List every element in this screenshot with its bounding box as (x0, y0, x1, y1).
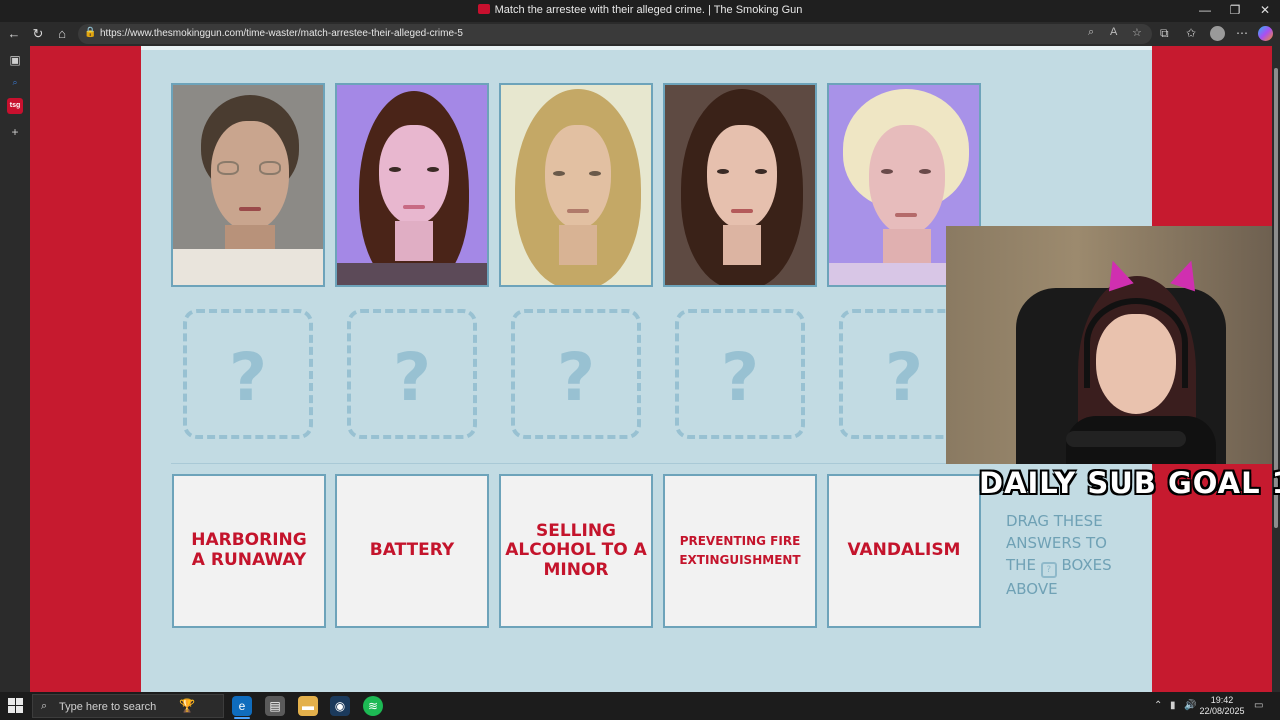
question-box-icon: ? (1040, 562, 1057, 578)
zoom-icon[interactable]: ⌕ (1088, 26, 1094, 39)
hint-line-3-pre: THE (1006, 556, 1036, 574)
question-mark-icon: ? (720, 339, 760, 416)
lock-icon[interactable]: 🔒 (84, 27, 96, 38)
steam-app-icon[interactable]: ◉ (330, 696, 350, 716)
drop-slot-4[interactable]: ? (675, 309, 805, 439)
drag-instructions: DRAG THESE ANSWERS TO THE ? BOXES ABOVE (1006, 510, 1146, 600)
favorite-star-icon[interactable]: ☆ (1132, 26, 1142, 39)
mugshot-3 (499, 83, 653, 287)
folder-app-icon[interactable]: ▬ (298, 696, 318, 716)
copilot-icon[interactable] (1258, 26, 1273, 41)
favorites-icon[interactable]: ✩ (1186, 26, 1196, 40)
tray-chevron-icon[interactable]: ⌃ (1154, 700, 1162, 711)
volume-icon[interactable]: 🔊 (1184, 700, 1196, 711)
window-title: Match the arrestee with their alleged cr… (0, 4, 1280, 16)
question-mark-icon: ? (392, 339, 432, 416)
tab-actions-icon[interactable]: ▣ (7, 52, 23, 68)
url-text[interactable]: https://www.thesmokinggun.com/time-waste… (100, 28, 463, 39)
new-tab-icon[interactable]: + (7, 124, 23, 140)
sidebar-tab-tsg[interactable]: tsg (7, 98, 23, 114)
read-aloud-icon[interactable]: A (1110, 26, 1117, 38)
drop-slot-3[interactable]: ? (511, 309, 641, 439)
minimize-icon[interactable]: — (1190, 0, 1220, 22)
clock-date: 22/08/2025 (1199, 706, 1245, 716)
address-bar[interactable]: 🔒 https://www.thesmokinggun.com/time-was… (78, 24, 1152, 44)
answer-label: HARBORING A RUNAWAY (191, 530, 307, 570)
windows-taskbar: ⌕ Type here to search 🏆 e ▤ ▬ ◉ ≋ ⌃ ▮ 🔊 … (0, 692, 1280, 720)
mugshot-4 (663, 83, 817, 287)
question-mark-icon: ? (228, 339, 268, 416)
answer-card-selling-alcohol-to-a-minor[interactable]: SELLING ALCOHOL TO A MINOR (499, 474, 653, 628)
microphone-tray-icon[interactable]: ▮ (1170, 700, 1176, 711)
spotify-app-icon[interactable]: ≋ (363, 696, 383, 716)
page-scrollbar[interactable] (1272, 46, 1280, 692)
taskbar-clock[interactable]: 19:42 22/08/2025 (1196, 695, 1248, 717)
browser-toolbar: ← ↻ ⌂ 🔒 https://www.thesmokinggun.com/ti… (0, 22, 1280, 46)
screen: Match the arrestee with their alleged cr… (0, 0, 1280, 720)
section-divider (171, 463, 981, 464)
answer-label: VANDALISM (847, 540, 961, 561)
tsg-favicon-icon (477, 4, 490, 14)
refresh-icon[interactable]: ↻ (28, 25, 48, 43)
answer-label: PREVENTING FIRE EXTINGUISHMENT (679, 533, 801, 567)
hint-line-3: THE ? BOXES (1006, 554, 1146, 578)
answer-label: SELLING ALCOHOL TO A MINOR (505, 520, 647, 580)
drop-slot-2[interactable]: ? (347, 309, 477, 439)
profile-avatar[interactable] (1210, 26, 1225, 41)
window-titlebar: Match the arrestee with their alleged cr… (0, 0, 1280, 22)
microphone-icon (1066, 431, 1186, 447)
question-mark-icon: ? (556, 339, 596, 416)
answer-card-harboring-a-runaway[interactable]: HARBORING A RUNAWAY (172, 474, 326, 628)
answer-label: BATTERY (369, 540, 455, 561)
browser-sidebar: ▣ ⌕ tsg + (0, 46, 30, 692)
search-tab-icon[interactable]: ⌕ (7, 74, 23, 90)
search-highlight-icon[interactable]: 🏆 (179, 698, 195, 714)
more-menu-icon[interactable]: ⋯ (1236, 26, 1248, 40)
notifications-icon[interactable]: ▭ (1254, 700, 1263, 711)
restore-icon[interactable]: ❐ (1220, 0, 1250, 22)
taskbar-search[interactable]: ⌕ Type here to search 🏆 (32, 694, 224, 718)
panel-top-edge (141, 46, 1152, 50)
hint-line-4: ABOVE (1006, 580, 1058, 598)
hint-line-3-post: BOXES (1061, 556, 1112, 574)
search-icon: ⌕ (41, 700, 48, 712)
file-explorer-app-icon[interactable]: ▤ (265, 696, 285, 716)
answer-card-vandalism[interactable]: VANDALISM (827, 474, 981, 628)
mugshot-2 (335, 83, 489, 287)
windows-start-icon[interactable] (8, 698, 24, 714)
sub-goal-banner: DAILY SUB GOAL 1/10 (979, 466, 1280, 500)
hint-line-2: ANSWERS TO (1006, 534, 1107, 552)
home-icon[interactable]: ⌂ (52, 25, 72, 43)
scrollbar-thumb[interactable] (1274, 68, 1278, 528)
headset-icon (1084, 298, 1188, 388)
webcam-overlay (946, 226, 1272, 464)
answer-card-preventing-fire-extinguishment[interactable]: PREVENTING FIRE EXTINGUISHMENT (663, 474, 817, 628)
active-app-indicator (234, 717, 250, 719)
hint-line-1: DRAG THESE (1006, 512, 1103, 530)
mugshot-1 (171, 83, 325, 287)
drop-slot-1[interactable]: ? (183, 309, 313, 439)
edge-app-icon[interactable]: e (232, 696, 252, 716)
window-title-text: Match the arrestee with their alleged cr… (494, 4, 803, 16)
search-placeholder: Type here to search (59, 701, 157, 713)
extensions-icon[interactable]: ⧉ (1160, 26, 1169, 41)
clock-time: 19:42 (1210, 695, 1234, 705)
back-icon[interactable]: ← (4, 25, 24, 43)
close-icon[interactable]: ✕ (1250, 0, 1280, 22)
answer-card-battery[interactable]: BATTERY (335, 474, 489, 628)
